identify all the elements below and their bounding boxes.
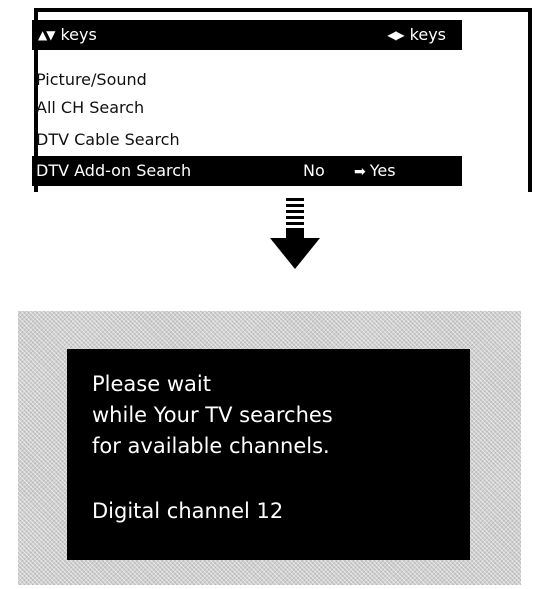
channel-status: Digital channel 12 <box>92 499 284 523</box>
option-yes-label: Yes <box>369 161 396 180</box>
left-right-keys-label: keys <box>409 25 446 44</box>
right-arrow-pointer-icon: ➡ <box>354 164 366 180</box>
wait-message-line-1: Please wait <box>92 372 211 396</box>
dtv-add-on-search-label: DTV Add-on Search <box>36 161 192 180</box>
menu-header-bar: ▲▼ keys ◀▶ keys <box>32 20 462 50</box>
up-down-keys-label: keys <box>60 25 97 44</box>
option-yes[interactable]: ➡ Yes <box>354 156 396 187</box>
menu-item-dtv-add-on-search[interactable]: DTV Add-on Search No ➡ Yes <box>32 156 462 186</box>
menu-header-right: ◀▶ keys <box>387 20 446 50</box>
down-arrow-icon <box>270 198 320 269</box>
left-right-arrows-icon: ◀▶ <box>387 28 404 42</box>
wait-message-line-2: while Your TV searches <box>92 403 333 427</box>
menu-item-dtv-cable-search[interactable]: DTV Cable Search <box>36 130 180 149</box>
wait-message-line-3: for available channels. <box>92 434 330 458</box>
menu-header-left: ▲▼ keys <box>38 20 97 50</box>
option-no[interactable]: No <box>303 156 325 186</box>
up-down-arrows-icon: ▲▼ <box>38 28 55 42</box>
menu-item-all-ch-search[interactable]: All CH Search <box>36 98 144 117</box>
menu-item-picture-sound[interactable]: Picture/Sound <box>36 70 147 89</box>
search-wait-dialog: Please wait while Your TV searches for a… <box>67 349 470 560</box>
